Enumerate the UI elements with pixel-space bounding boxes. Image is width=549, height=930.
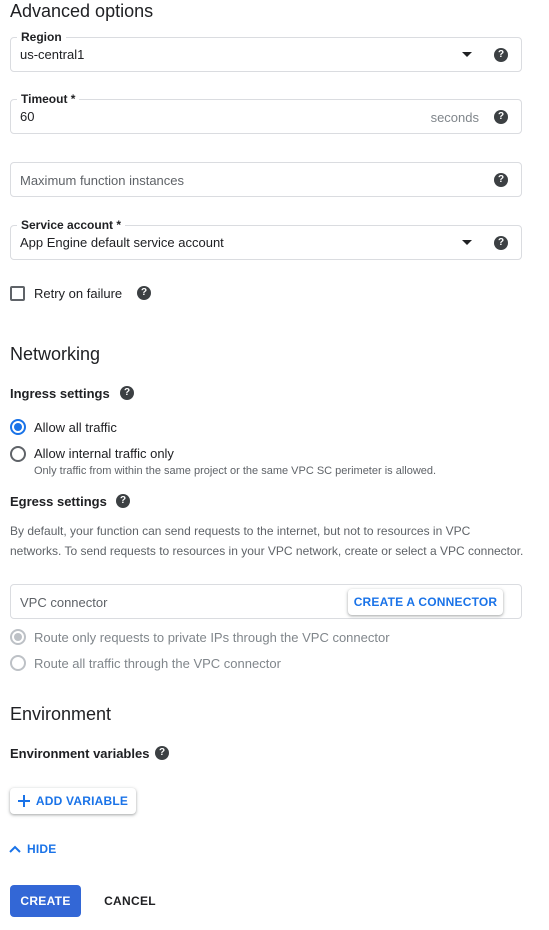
help-icon[interactable]: ?	[120, 386, 134, 400]
allow-all-traffic-label: Allow all traffic	[34, 420, 117, 435]
service-account-label: Service account *	[17, 218, 126, 232]
route-private-ips-label: Route only requests to private IPs throu…	[34, 630, 390, 645]
egress-settings-title: Egress settings	[10, 494, 107, 509]
timeout-label: Timeout *	[17, 92, 80, 106]
networking-title: Networking	[10, 344, 101, 364]
create-button[interactable]: CREATE	[10, 885, 81, 917]
egress-description-line-1: By default, your function can send reque…	[10, 524, 471, 538]
environment-title: Environment	[10, 704, 112, 724]
help-icon[interactable]: ?	[494, 236, 508, 250]
radio-allow-all-traffic[interactable]	[10, 419, 26, 435]
region-select[interactable]: Region us-central1 ?	[10, 30, 522, 72]
service-account-value: App Engine default service account	[20, 235, 224, 250]
timeout-suffix: seconds	[430, 110, 479, 125]
egress-description-line-2: networks. To send requests to resources …	[10, 544, 524, 558]
vpc-connector-placeholder: VPC connector	[20, 595, 108, 610]
retry-label: Retry on failure	[34, 286, 123, 301]
help-icon[interactable]: ?	[116, 494, 130, 508]
radio-allow-internal-traffic[interactable]	[10, 446, 26, 462]
advanced-options-title: Advanced options	[10, 1, 154, 21]
max-instances-field[interactable]: Maximum function instances ?	[10, 162, 522, 197]
max-instances-placeholder: Maximum function instances	[20, 173, 185, 188]
create-connector-button[interactable]: CREATE A CONNECTOR	[348, 589, 503, 615]
allow-internal-traffic-label: Allow internal traffic only	[34, 446, 174, 461]
timeout-value[interactable]: 60	[20, 109, 34, 124]
help-icon[interactable]: ?	[494, 110, 508, 124]
help-icon[interactable]: ?	[494, 173, 508, 187]
region-value: us-central1	[20, 47, 85, 62]
route-all-traffic-label: Route all traffic through the VPC connec…	[34, 656, 281, 671]
ingress-settings-title: Ingress settings	[10, 386, 110, 401]
add-variable-label: ADD VARIABLE	[35, 794, 129, 808]
cancel-button[interactable]: CANCEL	[96, 885, 164, 917]
radio-route-all-traffic[interactable]	[10, 655, 26, 671]
hide-toggle[interactable]: HIDE	[9, 842, 56, 856]
service-account-select[interactable]: Service account * App Engine default ser…	[10, 218, 522, 260]
chevron-up-icon	[9, 845, 21, 853]
add-variable-button[interactable]: ADD VARIABLE	[10, 788, 136, 814]
region-label: Region	[17, 30, 66, 44]
radio-route-private-ips[interactable]	[10, 629, 26, 645]
allow-internal-traffic-hint: Only traffic from within the same projec…	[34, 465, 437, 477]
help-icon[interactable]: ?	[155, 746, 169, 760]
timeout-field[interactable]: Timeout * 60 seconds ?	[10, 92, 522, 134]
help-icon[interactable]: ?	[494, 48, 508, 62]
chevron-down-icon[interactable]	[462, 52, 472, 57]
environment-variables-title: Environment variables	[10, 746, 150, 761]
vpc-connector-field[interactable]: VPC connector CREATE A CONNECTOR	[10, 584, 522, 619]
retry-checkbox[interactable]	[10, 286, 25, 301]
hide-label: HIDE	[27, 842, 57, 856]
chevron-down-icon[interactable]	[462, 240, 472, 245]
plus-icon	[17, 795, 30, 807]
help-icon[interactable]: ?	[137, 286, 151, 300]
